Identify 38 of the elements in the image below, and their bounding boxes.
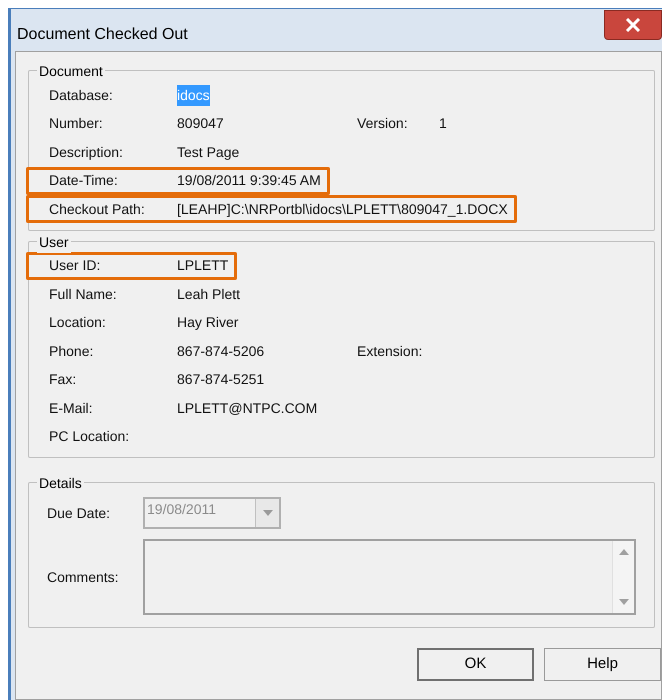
field-value: 19/08/2011 9:39:45 AM	[177, 171, 321, 190]
window-title: Document Checked Out	[17, 25, 188, 45]
field-value: 867-874-5206	[177, 342, 266, 361]
field-label: E-Mail:	[49, 398, 94, 418]
field-label: Due Date:	[47, 504, 112, 522]
field-value: Leah Plett	[177, 284, 240, 304]
field-label: Checkout Path:	[49, 200, 146, 219]
scroll-up-icon	[618, 549, 628, 555]
field-label: Database:	[49, 86, 114, 105]
field-label: PC Location:	[49, 427, 130, 446]
field-label: Comments:	[47, 568, 120, 586]
scrollbar[interactable]	[612, 541, 634, 613]
comments-field[interactable]	[143, 539, 636, 615]
field-label: Location:	[49, 313, 107, 332]
field-value: Hay River	[177, 313, 238, 332]
dialog-button[interactable]: OK	[417, 648, 534, 681]
field-value: Test Page	[177, 142, 240, 162]
field-label: Full Name:	[49, 284, 118, 304]
close-icon	[625, 18, 641, 32]
dialog-button[interactable]: Help	[544, 648, 661, 681]
field-label: User ID:	[49, 256, 102, 276]
caret-icon	[262, 510, 272, 516]
field-value: LPLETT@NTPC.COM	[177, 398, 318, 418]
field-value: [LEAHP]C:\NRPortbl\idocs\LPLETT\809047_1.DOCX	[177, 200, 508, 219]
close-button[interactable]	[604, 10, 662, 40]
field-label: Extension:	[357, 342, 424, 361]
scroll-down-icon	[618, 599, 628, 605]
field-value: LPLETT	[177, 256, 228, 276]
field-label: Phone:	[49, 342, 94, 361]
field-value: idocs	[177, 84, 210, 106]
field-value: 809047	[177, 114, 225, 134]
field-label: Date-Time:	[49, 171, 119, 190]
field-value: 1	[439, 114, 447, 134]
field-value: 867-874-5251	[177, 370, 264, 390]
field-label: Number:	[49, 114, 104, 134]
field-label: Description:	[49, 142, 124, 162]
field-label: Version:	[357, 114, 409, 134]
field-label: Fax:	[49, 370, 78, 390]
